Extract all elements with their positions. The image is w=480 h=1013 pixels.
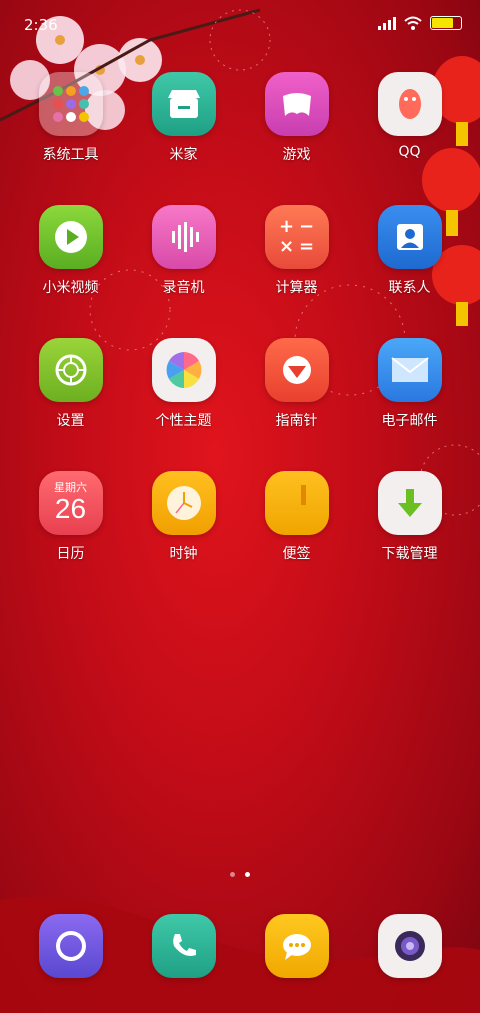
calc-plus: + xyxy=(278,216,295,237)
app-email[interactable]: 电子邮件 xyxy=(353,338,466,430)
page-indicator xyxy=(0,872,480,877)
gear-icon xyxy=(38,338,103,402)
app-label: 日历 xyxy=(56,546,85,562)
app-label: 系统工具 xyxy=(42,147,99,163)
app-downloads[interactable]: 下载管理 xyxy=(353,471,466,563)
app-clock[interactable]: 时钟 xyxy=(127,471,240,563)
status-bar: 2:36 xyxy=(0,0,480,46)
calendar-icon: 星期六 26 xyxy=(38,471,103,535)
status-time: 2:36 xyxy=(24,16,58,34)
gamepad-icon xyxy=(264,72,329,136)
app-label: 米家 xyxy=(169,147,198,163)
envelope-icon xyxy=(377,338,442,402)
app-label: 联系人 xyxy=(388,280,431,296)
app-label: 录音机 xyxy=(162,280,205,296)
compass-icon xyxy=(264,338,329,402)
app-system-tools[interactable]: 系统工具 xyxy=(14,72,127,164)
app-label: 时钟 xyxy=(169,546,198,562)
camera-icon xyxy=(377,914,442,978)
app-label: 指南针 xyxy=(275,413,318,429)
calc-minus: − xyxy=(298,216,315,237)
calendar-day: 26 xyxy=(54,493,87,524)
download-icon xyxy=(377,471,442,535)
store-icon xyxy=(151,72,216,136)
page-dot xyxy=(230,872,235,877)
app-label: 小米视频 xyxy=(42,280,99,296)
app-recorder[interactable]: 录音机 xyxy=(127,205,240,297)
calc-equals: = xyxy=(298,236,315,257)
pinwheel-icon xyxy=(151,338,216,402)
folder-icon xyxy=(38,72,103,136)
app-themes[interactable]: 个性主题 xyxy=(127,338,240,430)
dock-phone[interactable] xyxy=(127,914,240,978)
app-mijia[interactable]: 米家 xyxy=(127,72,240,164)
app-label: 电子邮件 xyxy=(381,413,438,429)
waveform-icon xyxy=(151,205,216,269)
signal-icon xyxy=(378,16,396,30)
app-settings[interactable]: 设置 xyxy=(14,338,127,430)
battery-icon xyxy=(430,16,462,30)
app-label: 游戏 xyxy=(282,147,311,163)
phone-icon xyxy=(151,914,216,978)
dock-camera[interactable] xyxy=(353,914,466,978)
notes-icon xyxy=(264,471,329,535)
clock-icon xyxy=(151,471,216,535)
person-icon xyxy=(377,205,442,269)
app-notes[interactable]: 便签 xyxy=(240,471,353,563)
app-contacts[interactable]: 联系人 xyxy=(353,205,466,297)
app-label: 设置 xyxy=(56,413,85,429)
dock-browser[interactable] xyxy=(14,914,127,978)
app-label: 下载管理 xyxy=(381,546,438,562)
app-label: QQ xyxy=(398,144,421,160)
app-calculator[interactable]: + − × = 计算器 xyxy=(240,205,353,297)
chat-icon xyxy=(264,914,329,978)
app-qq[interactable]: QQ xyxy=(353,72,466,160)
wifi-icon xyxy=(404,16,422,30)
app-games[interactable]: 游戏 xyxy=(240,72,353,164)
dock-messages[interactable] xyxy=(240,914,353,978)
app-mi-video[interactable]: 小米视频 xyxy=(14,205,127,297)
penguin-icon xyxy=(377,72,442,136)
app-compass[interactable]: 指南针 xyxy=(240,338,353,430)
page-dot-active xyxy=(245,872,250,877)
calc-times: × xyxy=(278,236,295,257)
ring-icon xyxy=(38,914,103,978)
app-calendar[interactable]: 星期六 26 日历 xyxy=(14,471,127,563)
play-icon xyxy=(38,205,103,269)
calculator-icon: + − × = xyxy=(264,205,329,269)
app-label: 便签 xyxy=(282,546,311,562)
app-label: 计算器 xyxy=(275,280,318,296)
app-label: 个性主题 xyxy=(155,413,212,429)
